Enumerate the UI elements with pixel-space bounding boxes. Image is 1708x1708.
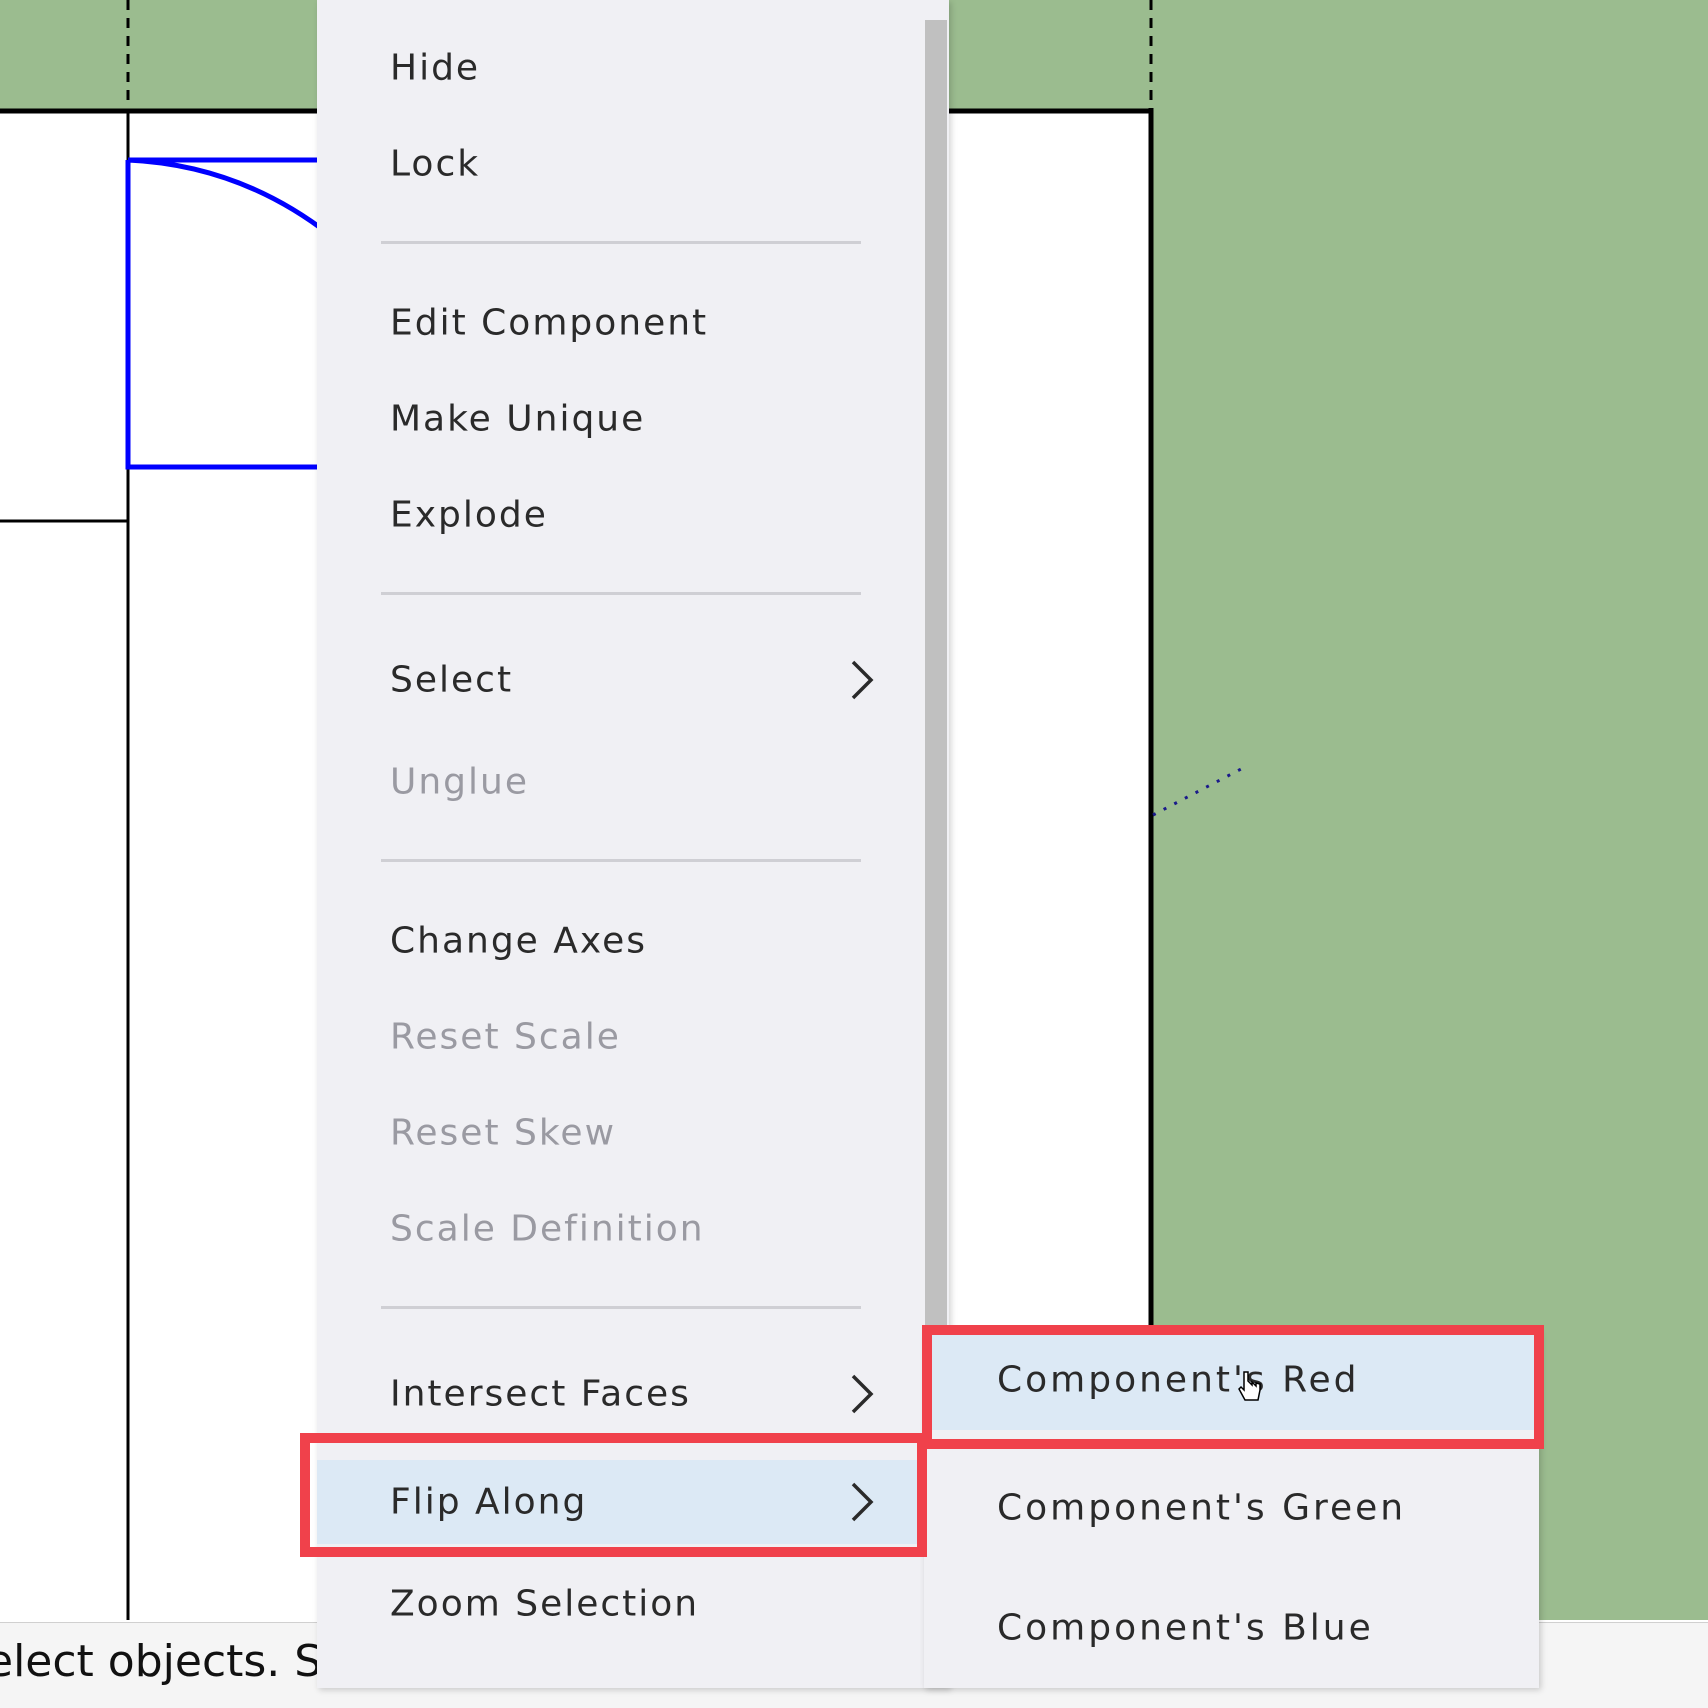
menu-scrollbar[interactable] [925, 20, 947, 1328]
hand-cursor-icon [1238, 1371, 1261, 1401]
menu-item-change-axes[interactable]: Change Axes [317, 900, 932, 982]
menu-item-scale-definition[interactable]: Scale Definition [317, 1188, 932, 1270]
menu-item-label: Intersect Faces [390, 1373, 691, 1415]
menu-item-edit-component[interactable]: Edit Component [317, 282, 932, 364]
menu-item-label: Hide [390, 47, 481, 89]
menu-item-label: Change Axes [390, 920, 648, 962]
submenu-item-components-blue[interactable]: Component's Blue [924, 1578, 1539, 1678]
menu-separator [381, 241, 861, 244]
menu-item-label: Scale Definition [390, 1208, 705, 1250]
menu-item-hide[interactable]: Hide [317, 27, 932, 109]
menu-separator [381, 592, 861, 595]
menu-item-reset-skew[interactable]: Reset Skew [317, 1092, 932, 1174]
submenu-item-label: Component's Blue [997, 1607, 1374, 1649]
menu-item-make-unique[interactable]: Make Unique [317, 378, 932, 460]
menu-item-label: Reset Skew [390, 1112, 617, 1154]
menu-item-intersect-faces[interactable]: Intersect Faces [317, 1353, 932, 1435]
menu-item-label: Reset Scale [390, 1016, 621, 1058]
menu-item-label: Edit Component [390, 302, 709, 344]
menu-item-label: Unglue [390, 761, 529, 803]
chevron-right-icon [851, 660, 874, 700]
highlight-box-flip-along [300, 1433, 927, 1557]
submenu-item-components-green[interactable]: Component's Green [924, 1458, 1539, 1558]
menu-item-select[interactable]: Select [317, 639, 932, 721]
highlight-box-components-red [922, 1325, 1544, 1449]
menu-item-lock[interactable]: Lock [317, 123, 932, 205]
menu-item-unglue[interactable]: Unglue [317, 741, 932, 823]
menu-item-label: Explode [390, 494, 548, 536]
menu-item-label: Zoom Selection [390, 1583, 700, 1625]
chevron-right-icon [851, 1374, 874, 1414]
menu-separator [381, 1306, 861, 1309]
submenu-item-label: Component's Green [997, 1487, 1407, 1529]
menu-item-label: Select [390, 659, 514, 701]
menu-item-label: Make Unique [390, 398, 646, 440]
menu-item-reset-scale[interactable]: Reset Scale [317, 996, 932, 1078]
menu-item-zoom-selection[interactable]: Zoom Selection [317, 1563, 932, 1645]
menu-item-label: Lock [390, 143, 481, 185]
menu-separator [381, 859, 861, 862]
menu-item-explode[interactable]: Explode [317, 474, 932, 556]
